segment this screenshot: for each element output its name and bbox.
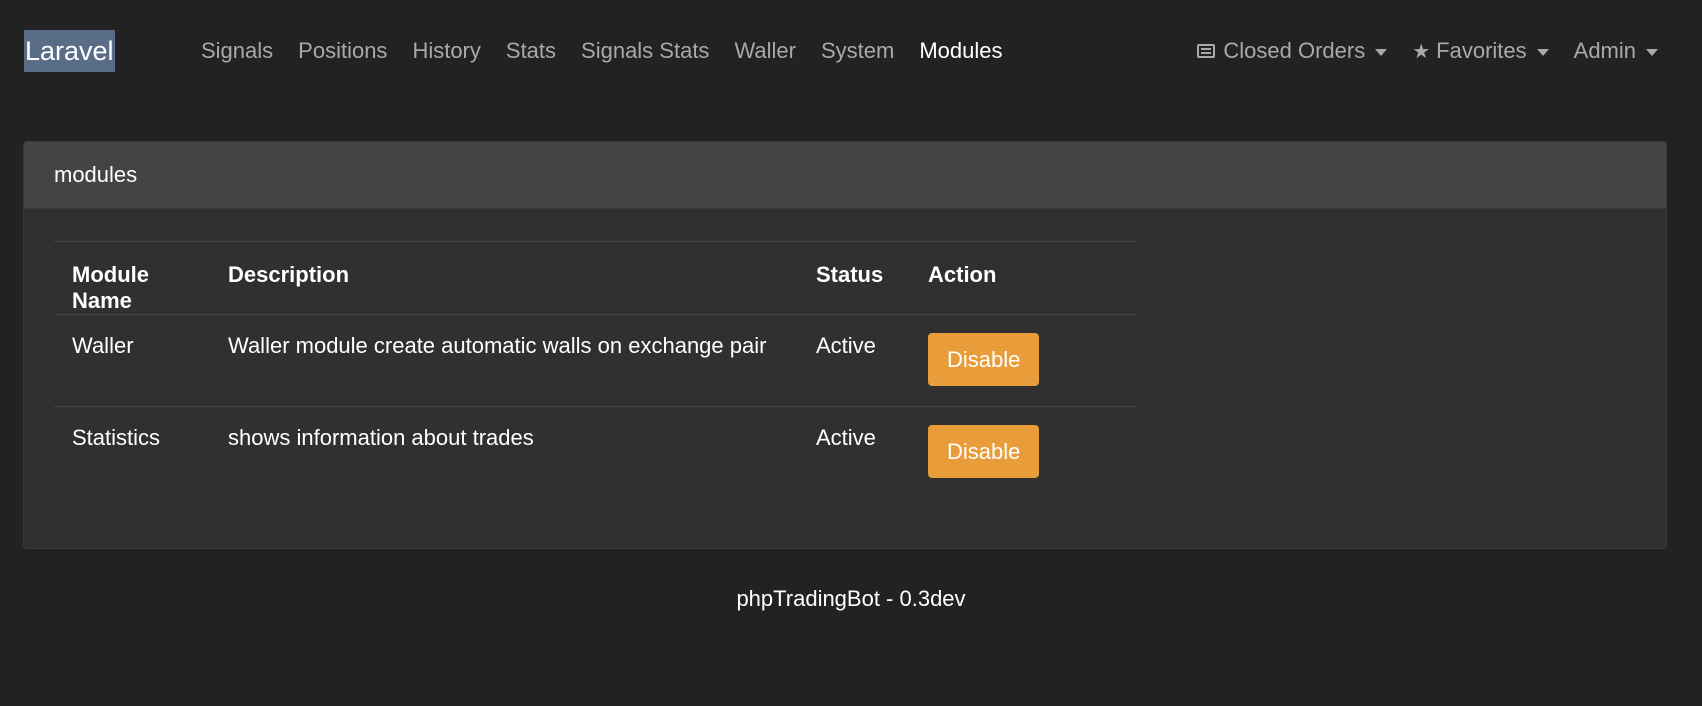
nav-link-modules[interactable]: Modules bbox=[919, 38, 1002, 64]
nav-link-history[interactable]: History bbox=[412, 38, 480, 64]
footer-version: phpTradingBot - 0.3dev bbox=[736, 586, 966, 611]
disable-statistics-button[interactable]: Disable bbox=[928, 425, 1040, 478]
list-alt-icon bbox=[1197, 44, 1216, 58]
favorites-label: Favorites bbox=[1436, 38, 1527, 63]
module-action-cell: Disable bbox=[910, 407, 1137, 499]
card-header: modules bbox=[24, 142, 1666, 209]
module-description: Waller module create automatic walls on … bbox=[210, 314, 798, 407]
table-row: Statistics shows information about trade… bbox=[54, 407, 1137, 499]
nav-links: Signals Positions History Stats Signals … bbox=[201, 30, 1027, 72]
closed-orders-dropdown[interactable]: Closed Orders bbox=[1197, 38, 1388, 64]
modules-card: modules Module Name Description Status A… bbox=[23, 141, 1667, 549]
module-status: Active bbox=[816, 425, 876, 450]
table-row: Waller Waller module create automatic wa… bbox=[54, 314, 1137, 407]
nav-link-waller[interactable]: Waller bbox=[734, 38, 796, 64]
module-name: Statistics bbox=[72, 425, 161, 450]
admin-dropdown[interactable]: Admin bbox=[1574, 38, 1658, 64]
admin-label: Admin bbox=[1573, 38, 1636, 63]
module-status: Active bbox=[798, 314, 910, 407]
star-icon: ★ bbox=[1412, 40, 1431, 63]
nav-link-system[interactable]: System bbox=[821, 38, 894, 64]
table-header-row: Module Name Description Status Action bbox=[54, 241, 1137, 315]
module-name: Waller bbox=[54, 314, 210, 407]
module-description: shows information about trades bbox=[228, 425, 534, 450]
column-header-description: Description bbox=[210, 241, 798, 315]
caret-down-icon bbox=[1536, 48, 1549, 56]
caret-down-icon bbox=[1646, 48, 1658, 56]
brand-logo[interactable]: Laravel bbox=[24, 30, 115, 72]
nav-link-signals-stats[interactable]: Signals Stats bbox=[581, 38, 709, 64]
nav-link-signals[interactable]: Signals bbox=[201, 38, 273, 64]
column-header-module-name: Module Name bbox=[54, 241, 210, 315]
module-action-cell: Disable bbox=[910, 314, 1137, 407]
column-header-action: Action bbox=[910, 241, 1137, 315]
navbar: Laravel Signals Positions History Stats … bbox=[0, 0, 1702, 100]
caret-down-icon bbox=[1375, 48, 1388, 56]
nav-link-positions[interactable]: Positions bbox=[298, 38, 387, 64]
closed-orders-label: Closed Orders bbox=[1223, 38, 1366, 63]
nav-link-stats[interactable]: Stats bbox=[506, 38, 556, 64]
disable-waller-button[interactable]: Disable bbox=[928, 333, 1040, 386]
favorites-dropdown[interactable]: ★ Favorites bbox=[1412, 38, 1549, 64]
modules-table: Module Name Description Status Action Wa… bbox=[54, 241, 1137, 499]
column-header-status: Status bbox=[798, 241, 910, 315]
nav-right: Closed Orders ★ Favorites Admin bbox=[1172, 30, 1658, 72]
